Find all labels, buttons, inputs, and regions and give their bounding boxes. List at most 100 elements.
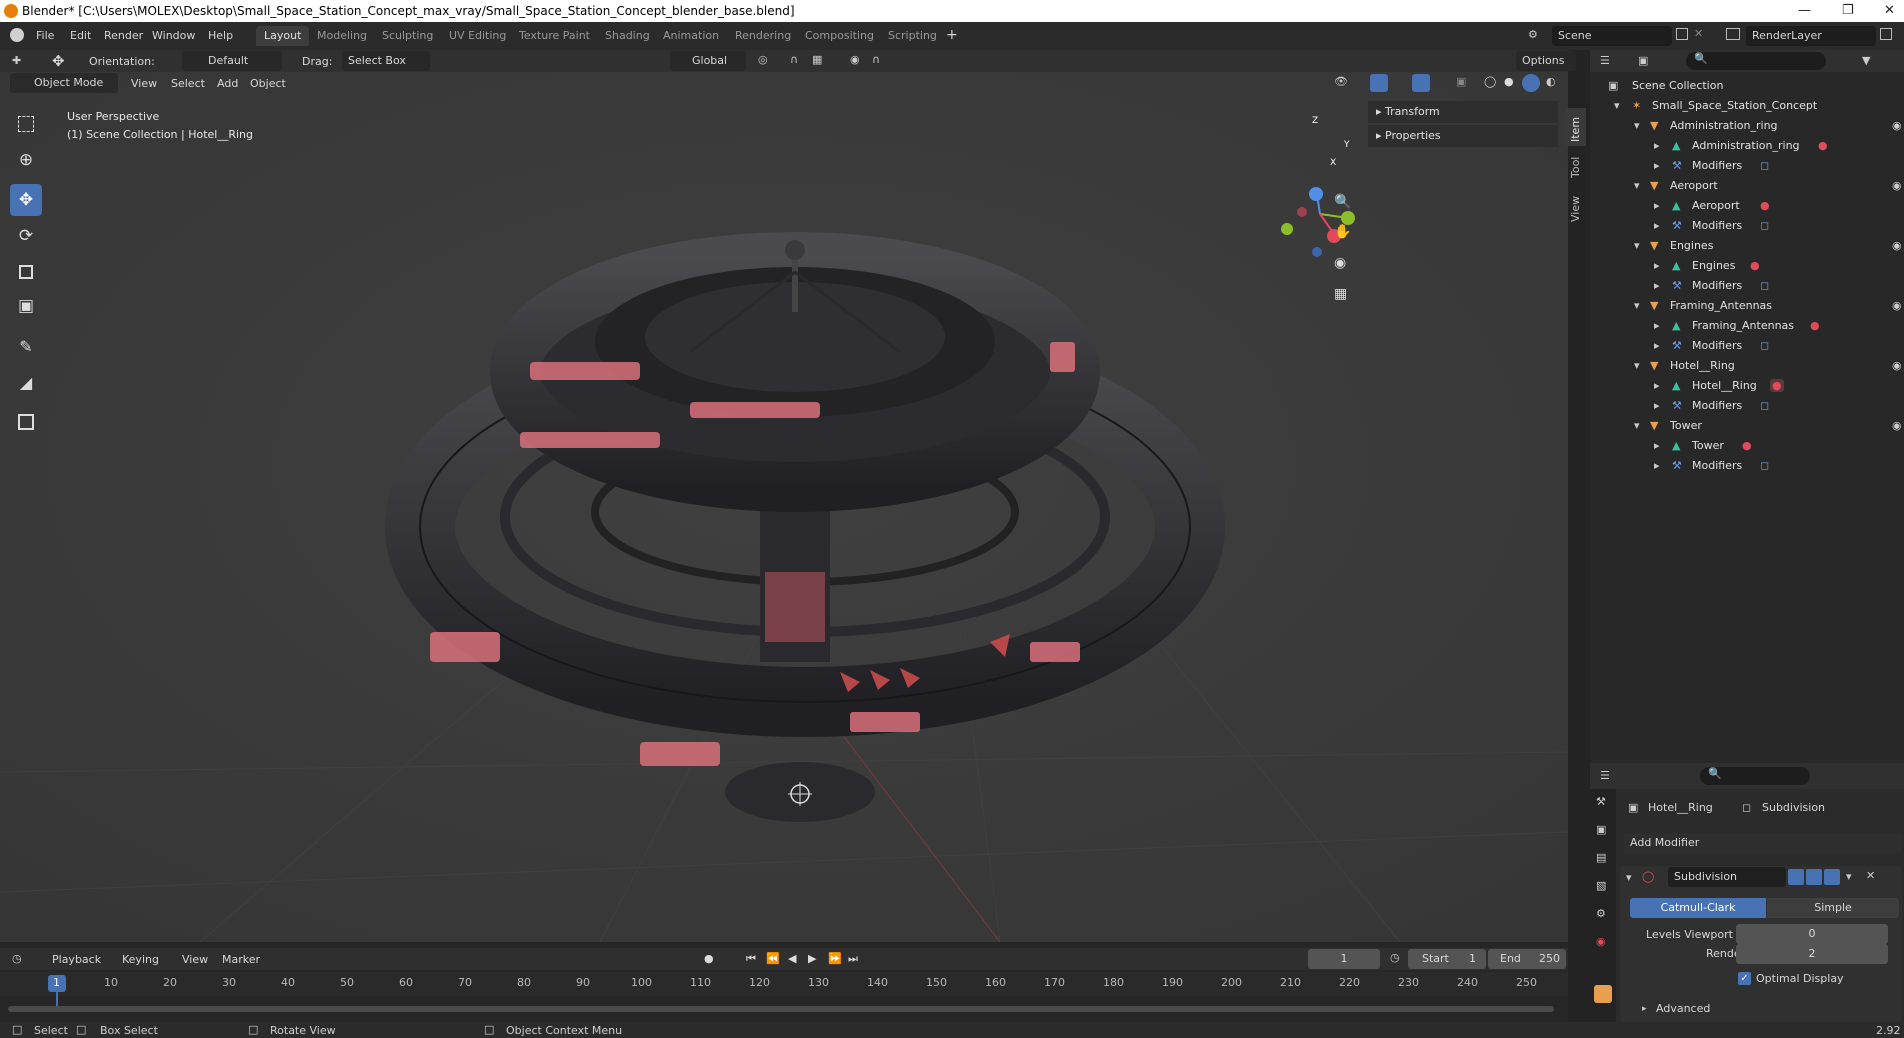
scene-icon[interactable]: ⚙: [1528, 28, 1542, 42]
eye-icon[interactable]: ◉: [1892, 419, 1902, 432]
properties-search-input[interactable]: 🔍: [1700, 767, 1810, 785]
camera-view-icon[interactable]: ◉: [1334, 255, 1346, 271]
select-box-tool-icon[interactable]: [10, 108, 42, 140]
list-item[interactable]: ▸ ⚒ Modifiers ◻: [1590, 396, 1904, 416]
scale-tool-icon[interactable]: [10, 256, 42, 288]
material-icon[interactable]: ●: [1818, 139, 1828, 152]
material-icon[interactable]: ●: [1742, 439, 1752, 452]
material-shading-icon[interactable]: [1522, 74, 1540, 92]
material-icon[interactable]: ●: [1810, 319, 1820, 332]
list-item[interactable]: ▸ ⚒ Modifiers ◻: [1590, 336, 1904, 356]
add-workspace-button[interactable]: +: [946, 27, 958, 43]
transform-tool-icon[interactable]: ▣: [10, 290, 42, 322]
levels-viewport-field[interactable]: 0: [1736, 924, 1888, 944]
menu-file[interactable]: File: [36, 29, 54, 42]
tab-shading[interactable]: Shading: [597, 26, 658, 46]
material-icon[interactable]: ●: [1760, 199, 1770, 212]
expand-icon[interactable]: ▾: [1634, 299, 1640, 312]
tab-rendering[interactable]: Rendering: [727, 26, 799, 46]
snap-target-icon[interactable]: ▦: [812, 53, 822, 66]
object-mode-dropdown[interactable]: Object Mode: [10, 73, 118, 93]
world-tab-icon[interactable]: ◉: [1596, 935, 1606, 948]
list-item[interactable]: ▾ ▼ Aeroport ◉: [1590, 176, 1904, 196]
subdivision-icon[interactable]: ◻: [1760, 159, 1769, 172]
end-frame-field[interactable]: End 250: [1488, 949, 1566, 969]
start-frame-field[interactable]: Start 1: [1408, 949, 1486, 969]
measure-tool-icon[interactable]: ◢: [10, 366, 42, 398]
viewport-toggle-icon[interactable]: [1806, 869, 1822, 885]
orientation-dropdown[interactable]: Default: [182, 51, 282, 71]
filter-icon[interactable]: ▼: [1862, 54, 1870, 67]
subdivision-icon[interactable]: ◻: [1760, 219, 1769, 232]
collapse-icon[interactable]: ▾: [1626, 871, 1632, 884]
menu-select[interactable]: Select: [171, 77, 205, 90]
tab-texture-paint[interactable]: Texture Paint: [511, 26, 598, 46]
falloff-icon[interactable]: ∩: [872, 53, 880, 66]
expand-icon[interactable]: ▸: [1654, 259, 1660, 272]
transform-orientation-dropdown[interactable]: Global: [670, 51, 746, 71]
subdivision-icon[interactable]: ◻: [1760, 459, 1769, 472]
play-icon[interactable]: ▶: [808, 952, 816, 965]
expand-icon[interactable]: ▸: [1654, 139, 1660, 152]
advanced-label[interactable]: Advanced: [1656, 1002, 1710, 1015]
material-icon[interactable]: ●: [1770, 379, 1784, 392]
renderlayer-copy-icon[interactable]: [1880, 28, 1892, 40]
list-item[interactable]: ▸ ▲ Administration_ring ●: [1590, 136, 1904, 156]
tab-modeling[interactable]: Modeling: [309, 26, 375, 46]
advanced-expand-icon[interactable]: ▸: [1642, 1004, 1647, 1014]
gizmo-z-label[interactable]: Z: [1312, 116, 1318, 126]
menu-marker[interactable]: Marker: [222, 953, 260, 966]
subdivision-icon[interactable]: ◻: [1760, 279, 1769, 292]
transform-panel[interactable]: ▸ Transform: [1368, 101, 1558, 123]
expand-icon[interactable]: ▾: [1634, 359, 1640, 372]
snap-icon[interactable]: ∩: [790, 53, 798, 66]
annotate-tool-icon[interactable]: ✎: [10, 330, 42, 362]
tab-tool[interactable]: Tool: [1566, 152, 1586, 182]
list-item[interactable]: ▾ ▼ Engines ◉: [1590, 236, 1904, 256]
edit-mode-toggle-icon[interactable]: [1788, 869, 1804, 885]
reverse-play-icon[interactable]: ◀: [788, 952, 796, 965]
subdivision-icon[interactable]: ◻: [1760, 339, 1769, 352]
simple-button[interactable]: Simple: [1767, 898, 1899, 918]
modifier-name-field[interactable]: Subdivision: [1668, 867, 1786, 887]
list-item[interactable]: ▸ ▲ Hotel__Ring ●: [1590, 376, 1904, 396]
list-item[interactable]: ▸ ⚒ Modifiers ◻: [1590, 456, 1904, 476]
scene-close-icon[interactable]: ✕: [1694, 27, 1703, 40]
eye-icon[interactable]: ◉: [1892, 239, 1902, 252]
outliner-search-input[interactable]: 🔍: [1686, 52, 1826, 70]
list-item[interactable]: ▾ ▼ Hotel__Ring ◉: [1590, 356, 1904, 376]
expand-icon[interactable]: ▸: [1654, 379, 1660, 392]
menu-object[interactable]: Object: [250, 77, 286, 90]
expand-icon[interactable]: ▸: [1654, 339, 1660, 352]
restore-icon[interactable]: ❐: [1842, 3, 1854, 18]
editor-type-icon[interactable]: ◷: [12, 952, 22, 965]
gizmo-x-label[interactable]: X: [1330, 158, 1336, 168]
object-tab-icon[interactable]: [1594, 985, 1612, 1003]
move-tool-icon[interactable]: ✥: [52, 52, 65, 70]
list-item[interactable]: ▸ ▲ Engines ●: [1590, 256, 1904, 276]
gizmo-toggle-icon[interactable]: [1370, 74, 1388, 92]
ortho-grid-icon[interactable]: ▦: [1334, 286, 1347, 302]
list-item[interactable]: ▸ ▲ Aeroport ●: [1590, 196, 1904, 216]
jump-start-icon[interactable]: ⏮: [746, 952, 756, 966]
eye-icon[interactable]: ◉: [1892, 119, 1902, 132]
pivot-icon[interactable]: ◎: [758, 53, 768, 66]
render-tab-icon[interactable]: ▣: [1596, 823, 1606, 836]
prev-keyframe-icon[interactable]: ⏪: [766, 952, 780, 965]
display-mode-icon[interactable]: ▣: [1638, 54, 1648, 67]
timeline-ruler[interactable]: 1 10 20 30 40 50 60 70 80 90 100 110 120…: [0, 972, 1568, 1010]
expand-icon[interactable]: ▸: [1654, 459, 1660, 472]
tab-sculpting[interactable]: Sculpting: [374, 26, 441, 46]
scene-field[interactable]: Scene: [1552, 26, 1672, 46]
modifier-menu-icon[interactable]: ▾: [1846, 870, 1852, 883]
output-tab-icon[interactable]: ▤: [1596, 851, 1606, 864]
catmull-clark-button[interactable]: Catmull-Clark: [1630, 898, 1766, 918]
properties-panel[interactable]: ▸ Properties: [1368, 125, 1558, 147]
material-icon[interactable]: ●: [1750, 259, 1760, 272]
modifier-remove-icon[interactable]: ✕: [1866, 869, 1875, 882]
render-toggle-icon[interactable]: [1824, 869, 1840, 885]
list-item[interactable]: ▾ ▼ Administration_ring ◉: [1590, 116, 1904, 136]
add-modifier-button[interactable]: Add Modifier: [1624, 833, 1902, 853]
renderlayer-icon[interactable]: [1726, 28, 1740, 40]
expand-icon[interactable]: ▸: [1654, 399, 1660, 412]
